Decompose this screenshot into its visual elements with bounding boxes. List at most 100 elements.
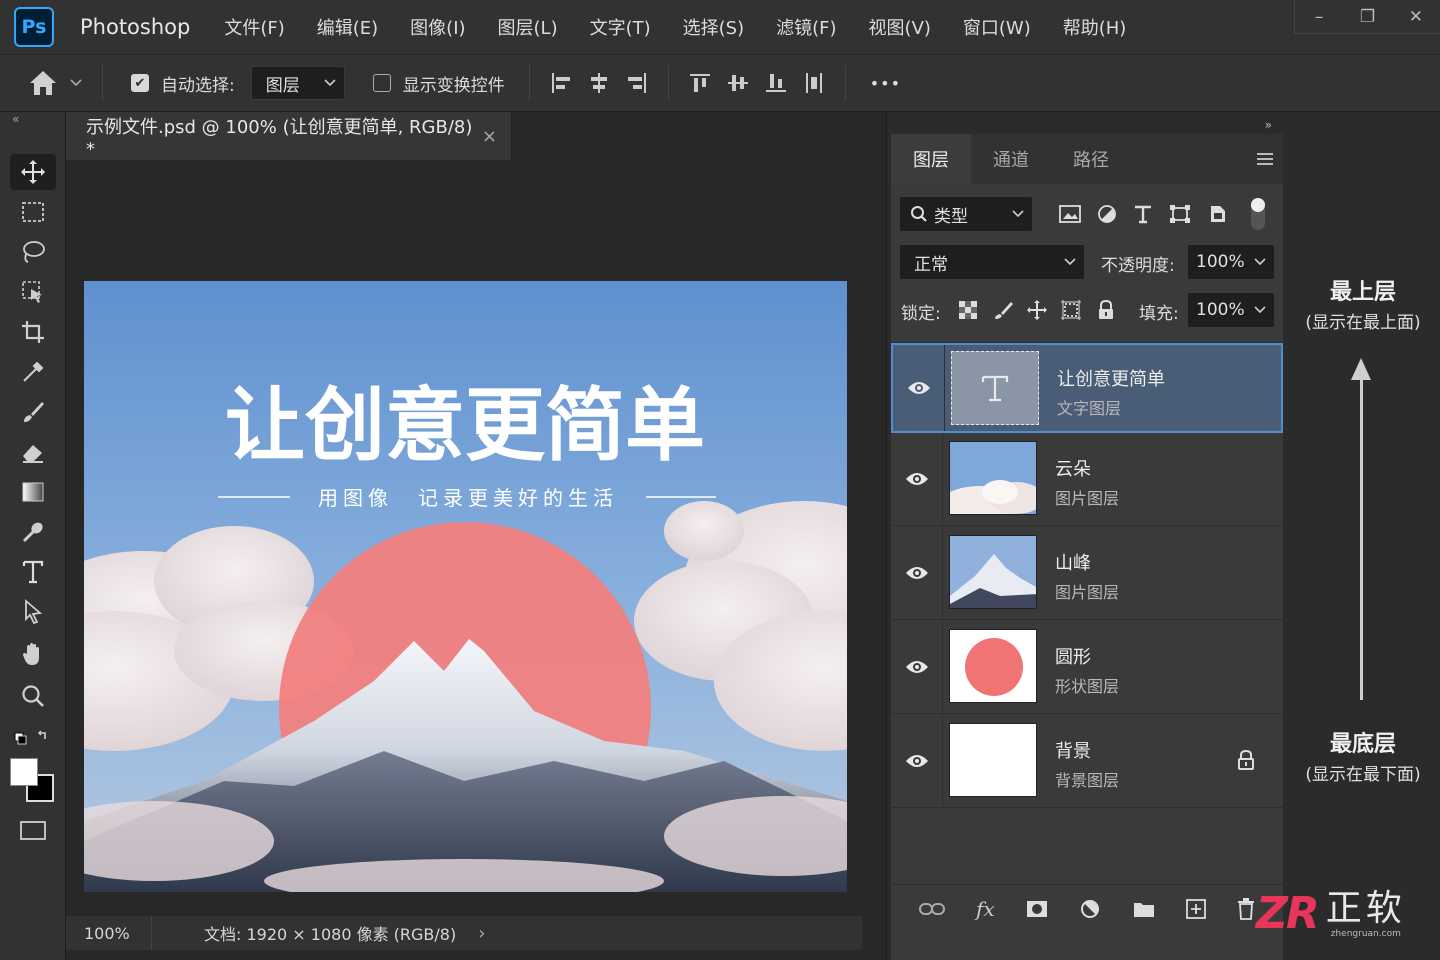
opacity-field[interactable]: 100% — [1187, 244, 1275, 280]
filter-smart-object-icon[interactable] — [1207, 204, 1227, 224]
show-transform-checkbox[interactable] — [372, 74, 391, 92]
document-info: 文档: 1920 × 1080 像素 (RGB/8) — [204, 925, 457, 944]
status-menu-arrow[interactable]: › — [478, 923, 485, 944]
filter-shape-icon[interactable] — [1169, 204, 1191, 224]
visibility-toggle[interactable] — [891, 621, 943, 713]
layer-thumbnail-background — [949, 723, 1037, 797]
menu-select[interactable]: 选择(S) — [667, 0, 760, 54]
lock-pixels-icon[interactable] — [993, 300, 1013, 320]
menu-file[interactable]: 文件(F) — [208, 0, 300, 54]
layer-name: 让创意更简单 — [1057, 369, 1165, 390]
layer-filter-dropdown[interactable]: 类型 — [899, 196, 1033, 232]
menu-image[interactable]: 图像(I) — [394, 0, 481, 54]
blend-mode-dropdown[interactable]: 正常 — [899, 244, 1085, 280]
new-group-icon[interactable] — [1133, 900, 1155, 918]
restore-button[interactable]: ❐ — [1343, 0, 1391, 33]
filter-adjustment-icon[interactable] — [1097, 204, 1117, 224]
menu-type[interactable]: 文字(T) — [574, 0, 667, 54]
layer-name: 山峰 — [1055, 553, 1091, 574]
menu-layer[interactable]: 图层(L) — [482, 0, 574, 54]
dodge-tool[interactable] — [10, 514, 56, 550]
document-canvas[interactable]: 让创意更简单 用图像 记录更美好的生活 — [84, 281, 847, 892]
lock-all-icon[interactable] — [1097, 299, 1115, 321]
foreground-background-colors[interactable] — [10, 758, 58, 806]
align-left-icon[interactable] — [542, 64, 580, 102]
photoshop-logo: Ps — [14, 7, 54, 47]
align-top-icon[interactable] — [681, 64, 719, 102]
eye-icon — [907, 382, 930, 394]
filter-type-icon[interactable] — [1133, 204, 1153, 224]
menu-help[interactable]: 帮助(H) — [1047, 0, 1143, 54]
menu-filter[interactable]: 滤镜(F) — [760, 0, 852, 54]
marquee-tool[interactable] — [10, 194, 56, 230]
foreground-color-swatch[interactable] — [10, 758, 38, 786]
layer-row-text[interactable]: 让创意更简单 文字图层 — [891, 343, 1283, 433]
visibility-toggle[interactable] — [893, 345, 945, 431]
object-select-tool[interactable] — [10, 274, 56, 310]
lock-transparency-icon[interactable] — [959, 301, 977, 319]
layer-name: 背景 — [1055, 741, 1091, 762]
add-mask-icon[interactable] — [1026, 900, 1048, 918]
close-button[interactable]: ✕ — [1392, 0, 1440, 33]
menu-window[interactable]: 窗口(W) — [947, 0, 1047, 54]
layer-row-mountain[interactable]: 山峰 图片图层 — [891, 527, 1283, 620]
hamburger-icon — [1257, 153, 1273, 165]
tab-layers[interactable]: 图层 — [891, 134, 971, 184]
align-vertical-center-icon[interactable] — [719, 64, 757, 102]
new-layer-icon[interactable] — [1186, 898, 1206, 919]
more-options-button[interactable]: ••• — [870, 74, 901, 93]
distribute-icon[interactable] — [795, 64, 833, 102]
type-tool[interactable] — [10, 554, 56, 590]
auto-select-checkbox[interactable]: ✔ — [131, 74, 149, 92]
tab-channels[interactable]: 通道 — [971, 134, 1051, 184]
dodge-icon — [22, 522, 43, 543]
fill-field[interactable]: 100% — [1187, 292, 1275, 328]
lasso-tool[interactable] — [10, 234, 56, 270]
document-tab[interactable]: 示例文件.psd @ 100% (让创意更简单, RGB/8) * × — [66, 112, 512, 160]
layer-row-clouds[interactable]: 云朵 图片图层 — [891, 433, 1283, 526]
menu-edit[interactable]: 编辑(E) — [301, 0, 394, 54]
move-tool[interactable] — [10, 154, 56, 190]
gradient-tool[interactable] — [10, 474, 56, 510]
collapse-left-icon[interactable]: « — [12, 112, 19, 126]
visibility-toggle[interactable] — [891, 527, 943, 619]
gradient-icon — [22, 482, 44, 502]
path-select-tool[interactable] — [10, 594, 56, 630]
crop-tool[interactable] — [10, 314, 56, 350]
adjustment-layer-icon[interactable] — [1079, 898, 1101, 920]
menu-view[interactable]: 视图(V) — [853, 0, 947, 54]
home-button[interactable] — [28, 69, 82, 97]
lock-artboard-icon[interactable] — [1061, 300, 1081, 320]
layer-effects-button[interactable]: fx — [976, 897, 995, 921]
tab-paths[interactable]: 路径 — [1051, 134, 1131, 184]
eyedropper-icon — [23, 361, 44, 382]
filter-image-icon[interactable] — [1059, 204, 1081, 224]
zoom-tool[interactable] — [10, 678, 56, 714]
panel-menu-button[interactable] — [1247, 134, 1283, 184]
eraser-tool[interactable] — [10, 434, 56, 470]
chevron-down-icon — [1012, 210, 1024, 218]
close-tab-icon[interactable]: × — [482, 126, 497, 147]
layer-row-circle[interactable]: 圆形 形状图层 — [891, 621, 1283, 714]
swap-colors-button[interactable] — [10, 726, 56, 750]
filter-toggle-switch[interactable] — [1251, 198, 1265, 230]
layer-row-background[interactable]: 背景 背景图层 — [891, 715, 1283, 808]
align-right-icon[interactable] — [618, 64, 656, 102]
brush-tool[interactable] — [10, 394, 56, 430]
eyedropper-tool[interactable] — [10, 354, 56, 390]
collapse-right-icon[interactable]: » — [1265, 118, 1272, 132]
auto-select-target-dropdown[interactable]: 图层 — [250, 66, 345, 100]
link-layers-icon[interactable] — [918, 902, 945, 916]
minimize-button[interactable]: – — [1295, 0, 1343, 33]
align-bottom-icon[interactable] — [757, 64, 795, 102]
watermark-url: zhengruan.com — [1330, 928, 1401, 939]
quick-mask-button[interactable] — [10, 812, 56, 848]
lock-position-icon[interactable] — [1027, 300, 1047, 320]
delete-layer-icon[interactable] — [1237, 897, 1255, 920]
align-horizontal-center-icon[interactable] — [580, 64, 618, 102]
visibility-toggle[interactable] — [891, 715, 943, 807]
visibility-toggle[interactable] — [891, 433, 943, 525]
layer-thumbnail-clouds — [949, 441, 1037, 515]
zoom-level-field[interactable]: 100% — [66, 916, 152, 950]
hand-tool[interactable] — [10, 636, 56, 672]
